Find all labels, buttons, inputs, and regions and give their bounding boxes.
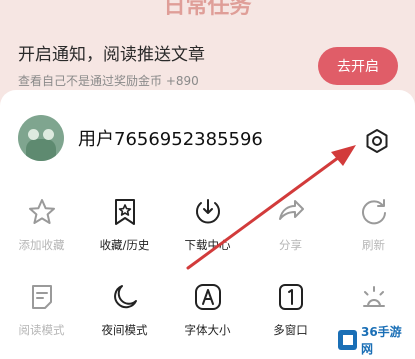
- menu-item-label: 添加收藏: [18, 238, 65, 252]
- menu-item-label: 夜间模式: [101, 323, 148, 337]
- font-size-icon: [194, 284, 221, 310]
- menu-row-1: 添加收藏 收藏/历史 下载中心 分享 刷新: [0, 197, 415, 253]
- menu-item-label: 多窗口: [273, 323, 308, 337]
- star-badge-icon: [114, 199, 135, 225]
- watermark-icon: [338, 330, 357, 350]
- menu-item-label: 收藏/历史: [99, 238, 150, 252]
- username: 用户7656952385596: [78, 129, 263, 150]
- menu-item-label: 下载中心: [184, 238, 231, 252]
- moon-icon: [113, 285, 137, 309]
- window-icon: [278, 284, 303, 310]
- menu-item-add-favorite[interactable]: 添加收藏: [0, 197, 83, 253]
- task-text: 开启通知，阅读推送文章: [18, 45, 205, 65]
- menu-item-download-center[interactable]: 下载中心: [166, 197, 249, 253]
- menu-item-favorites-history[interactable]: 收藏/历史: [83, 197, 166, 253]
- menu-item-multi-window[interactable]: 多窗口: [249, 282, 332, 338]
- enable-notification-button[interactable]: 去开启: [318, 47, 398, 85]
- user-profile[interactable]: 用户7656952385596: [18, 115, 263, 161]
- watermark-text: 36手游网: [360, 325, 402, 356]
- bottom-menu-sheet: 用户7656952385596 添加收藏 收藏/历史 下载中心 分享 刷新 阅读…: [0, 90, 415, 359]
- star-icon: [28, 199, 55, 224]
- menu-item-font-size[interactable]: 字体大小: [166, 282, 249, 338]
- share-icon: [278, 200, 304, 220]
- menu-item-reader-mode[interactable]: 阅读模式: [0, 282, 83, 338]
- gear-icon: [366, 129, 388, 153]
- menu-item-label: 阅读模式: [18, 323, 65, 337]
- background-title: 日常任务: [163, 0, 252, 19]
- refresh-icon: [361, 199, 386, 225]
- menu-item-label: 刷新: [362, 238, 385, 252]
- menu-item-label: 分享: [279, 238, 302, 252]
- menu-item-night-mode[interactable]: 夜间模式: [83, 282, 166, 338]
- task-subtext: 查看自己不是通过奖励金币 +890: [18, 74, 199, 88]
- settings-button[interactable]: [364, 128, 390, 154]
- menu-item-share[interactable]: 分享: [249, 197, 332, 253]
- watermark-logo: 36手游网: [334, 325, 415, 356]
- avatar[interactable]: [18, 115, 64, 161]
- menu-item-label: 字体大小: [184, 323, 231, 337]
- menu-item-refresh[interactable]: 刷新: [332, 197, 415, 253]
- reader-icon: [31, 285, 52, 309]
- download-icon: [195, 199, 220, 224]
- sunset-icon: [362, 286, 385, 307]
